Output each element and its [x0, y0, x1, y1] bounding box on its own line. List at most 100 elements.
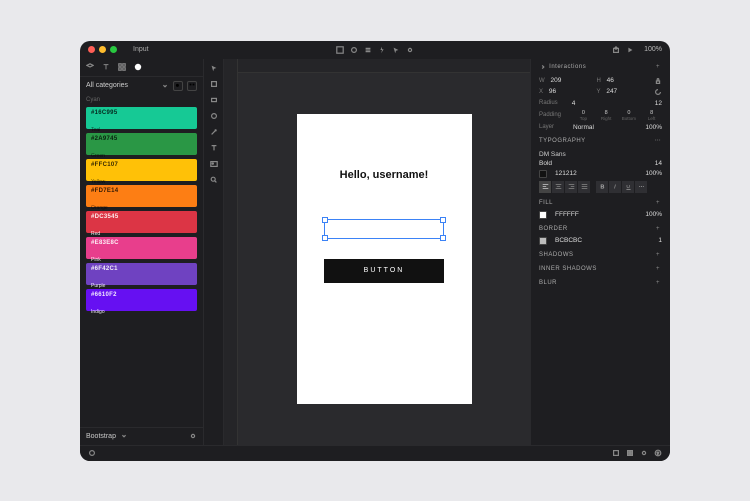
border-width[interactable]: 1 [658, 237, 662, 244]
close-window[interactable] [88, 46, 95, 53]
pointer-icon[interactable] [392, 46, 400, 54]
link-icon[interactable] [406, 46, 414, 54]
viewport-icon[interactable] [336, 46, 344, 54]
pen-tool-icon[interactable] [209, 127, 219, 137]
text-align-group: B I U [539, 181, 662, 193]
geometry-section: W 209 H 46 X 96 Y 247 Radius 4 12 Paddin… [539, 77, 662, 131]
border-color-swatch[interactable] [539, 237, 547, 245]
align-right[interactable] [565, 181, 577, 193]
y-field[interactable]: 247 [606, 88, 617, 95]
color-swatch[interactable]: #E83E8CPink [86, 237, 197, 259]
document-title: Input [133, 46, 149, 53]
colors-tab-icon[interactable] [134, 63, 142, 71]
fill-color-swatch[interactable] [539, 211, 547, 219]
lock-aspect-icon[interactable] [654, 77, 662, 85]
shadows-section: SHADOWS+ [539, 251, 662, 259]
canvas-area[interactable]: Hello, username! BUTTON [224, 59, 530, 445]
align-center[interactable] [552, 181, 564, 193]
input-element-selected[interactable] [324, 219, 444, 239]
more-type-button[interactable] [635, 181, 647, 193]
font-family[interactable]: DM Sans [539, 149, 662, 160]
image-tool-icon[interactable] [209, 159, 219, 169]
color-swatch[interactable]: #6610F2Indigo [86, 289, 197, 311]
color-swatch[interactable]: #6F42C1Purple [86, 263, 197, 285]
statusbar: ? [80, 445, 670, 461]
tool-strip [204, 59, 224, 445]
add-typo-icon[interactable]: ⋯ [654, 137, 662, 145]
canvas[interactable]: Hello, username! BUTTON [238, 73, 530, 445]
gear-icon[interactable] [189, 432, 197, 440]
blend-mode[interactable]: Normal [573, 124, 594, 131]
titlebar-center-tools [336, 46, 414, 54]
color-swatch[interactable]: #DC3545Red [86, 211, 197, 233]
maximize-window[interactable] [110, 46, 117, 53]
underline-button[interactable]: U [622, 181, 634, 193]
share-icon[interactable] [612, 46, 620, 54]
add-fill-icon[interactable]: + [654, 199, 662, 207]
titlebar: Input 100% [80, 41, 670, 59]
grid-icon[interactable] [626, 449, 634, 457]
rect-tool-icon[interactable] [209, 95, 219, 105]
settings-icon[interactable] [350, 46, 358, 54]
fill-color[interactable]: FFFFFF [555, 211, 579, 218]
move-tool-icon[interactable] [209, 63, 219, 73]
add-border-icon[interactable]: + [654, 225, 662, 233]
ruler-vertical [224, 59, 238, 445]
swatch-group-label: Cyan [80, 95, 203, 103]
font-weight[interactable]: Bold [539, 160, 552, 167]
artboard[interactable]: Hello, username! BUTTON [297, 114, 472, 404]
play-icon[interactable] [626, 46, 634, 54]
layer-opacity[interactable]: 100% [645, 124, 662, 131]
bold-button[interactable]: B [596, 181, 608, 193]
help-icon[interactable]: ? [654, 449, 662, 457]
font-size[interactable]: 14 [655, 160, 662, 167]
add-blur-icon[interactable]: + [654, 279, 662, 287]
color-swatch[interactable]: #FFC107Yellow [86, 159, 197, 181]
border-color[interactable]: BCBCBC [555, 237, 582, 244]
search-button[interactable] [173, 81, 183, 91]
inspector-panel: Interactions+ W 209 H 46 X 96 Y 247 Radi… [530, 59, 670, 445]
bolt-icon[interactable] [378, 46, 386, 54]
main-area: All categories Cyan #16C995Teal #2A9745Gr… [80, 59, 670, 445]
layers-tab-icon[interactable] [86, 63, 94, 71]
x-field[interactable]: 96 [549, 88, 556, 95]
grid-view-button[interactable] [187, 81, 197, 91]
zoom-level[interactable]: 100% [644, 46, 662, 53]
chevron-right-icon[interactable] [539, 63, 547, 71]
radius-field[interactable]: 4 [572, 100, 576, 107]
button-element[interactable]: BUTTON [324, 259, 444, 283]
individual-radius[interactable]: 12 [655, 100, 662, 107]
left-panel-tabs [80, 59, 203, 77]
assets-tab-icon[interactable] [118, 63, 126, 71]
search-icon[interactable] [209, 175, 219, 185]
rotate-icon[interactable] [654, 88, 662, 96]
width-field[interactable]: 209 [550, 77, 561, 84]
align-left[interactable] [539, 181, 551, 193]
minimize-window[interactable] [99, 46, 106, 53]
text-tool-icon[interactable] [209, 143, 219, 153]
frame-tool-icon[interactable] [209, 79, 219, 89]
fill-opacity[interactable]: 100% [645, 211, 662, 218]
text-color-swatch[interactable] [539, 170, 547, 178]
left-panel: All categories Cyan #16C995Teal #2A9745Gr… [80, 59, 204, 445]
color-swatch[interactable]: #16C995Teal [86, 107, 197, 129]
export-icon[interactable] [612, 449, 620, 457]
add-interaction-icon[interactable]: + [654, 63, 662, 71]
add-shadow-icon[interactable]: + [654, 251, 662, 259]
height-field[interactable]: 46 [607, 77, 614, 84]
type-tab-icon[interactable] [102, 63, 110, 71]
ellipse-tool-icon[interactable] [209, 111, 219, 121]
heading-text[interactable]: Hello, username! [340, 169, 429, 181]
tree-icon[interactable] [364, 46, 372, 54]
italic-button[interactable]: I [609, 181, 621, 193]
add-inner-shadow-icon[interactable]: + [654, 265, 662, 273]
view-icon[interactable] [640, 449, 648, 457]
text-opacity[interactable]: 100% [645, 170, 662, 177]
text-color[interactable]: 121212 [555, 170, 577, 177]
align-justify[interactable] [578, 181, 590, 193]
palette-icon[interactable] [88, 449, 96, 457]
category-selector[interactable]: All categories [80, 77, 203, 95]
color-swatch[interactable]: #2A9745Green [86, 133, 197, 155]
color-swatch[interactable]: #FD7E14Orange [86, 185, 197, 207]
library-selector[interactable]: Bootstrap [80, 427, 203, 445]
